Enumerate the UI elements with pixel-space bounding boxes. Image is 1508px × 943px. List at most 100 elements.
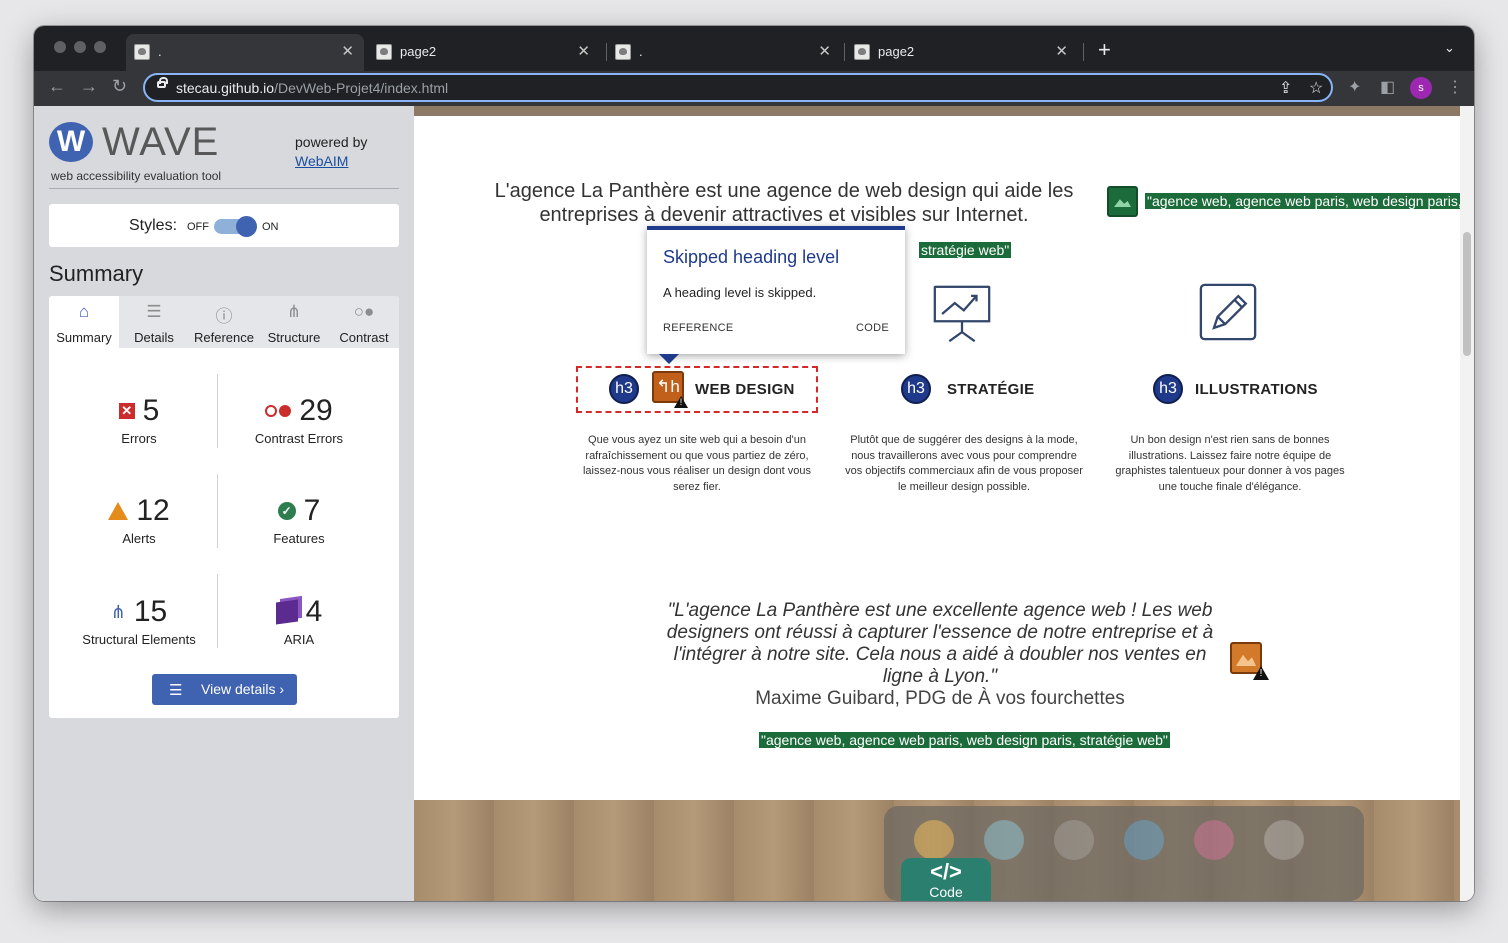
- structural-count: 15: [133, 595, 168, 628]
- browser-tab-2[interactable]: page2 ✕: [368, 34, 600, 71]
- address-bar[interactable]: stecau.github.io/DevWeb-Projet4/index.ht…: [143, 73, 1333, 102]
- alert-icon: [108, 502, 129, 520]
- styles-toggle[interactable]: [214, 216, 257, 237]
- h3-heading-icon[interactable]: h3: [1153, 374, 1183, 404]
- favicon-icon: [854, 44, 870, 60]
- tab-close-icon[interactable]: ✕: [577, 42, 590, 60]
- home-icon: ⌂: [78, 302, 90, 321]
- favicon-icon: [376, 44, 392, 60]
- divider: [217, 474, 218, 548]
- service-description: Que vous ayez un site web qui a besoin d…: [582, 434, 812, 493]
- tab-label: Details: [134, 330, 174, 345]
- contrast-label: Contrast Errors: [254, 431, 344, 446]
- alerts-label: Alerts: [122, 531, 156, 546]
- aria-label: ARIA: [283, 632, 315, 647]
- browser-tab-1[interactable]: . ✕: [126, 34, 364, 71]
- scrollbar-thumb[interactable]: [1463, 232, 1471, 356]
- testimonial-quote: "L'agence La Panthère est une excellente…: [666, 600, 1214, 687]
- tab-label: Contrast: [339, 330, 389, 345]
- alerts-stat[interactable]: 12 Alerts: [54, 493, 224, 546]
- tab-close-icon[interactable]: ✕: [818, 42, 831, 60]
- tooltip-code-link[interactable]: CODE: [856, 322, 889, 334]
- wave-sidebar: W WAVE web accessibility evaluation tool…: [34, 106, 414, 901]
- contrast-stat[interactable]: 29 Contrast Errors: [214, 393, 384, 446]
- tab-search-chevron-icon[interactable]: ⌄: [1444, 40, 1455, 56]
- minimize-window-button[interactable]: [74, 41, 86, 53]
- summary-panel: ⌂ Summary ☰ Details ⓘ Reference ⋔ Struct…: [49, 296, 399, 718]
- bookmark-star-icon[interactable]: ☆: [1309, 78, 1323, 98]
- page-scrollbar[interactable]: [1460, 106, 1474, 901]
- browser-menu-icon[interactable]: ⋮: [1447, 77, 1463, 97]
- tab-details[interactable]: ☰ Details: [119, 296, 189, 348]
- webaim-link[interactable]: WebAIM: [295, 153, 348, 169]
- web-page-content: L'agence La Panthère est une agence de w…: [414, 106, 1460, 901]
- share-icon[interactable]: ⇪: [1279, 78, 1292, 98]
- new-tab-icon[interactable]: +: [1098, 37, 1111, 63]
- tab-reference[interactable]: ⓘ Reference: [189, 296, 259, 348]
- features-stat[interactable]: ✓ 7 Features: [214, 493, 384, 546]
- styles-off-label: OFF: [187, 221, 209, 233]
- browser-tab-3[interactable]: . ✕: [607, 34, 841, 71]
- favicon-icon: [134, 44, 150, 60]
- alt-text-label: "agence web, agence web paris, web desig…: [759, 732, 1170, 748]
- tab-label: Structure: [267, 330, 321, 345]
- errors-stat[interactable]: ✕ 5 Errors: [54, 393, 224, 446]
- h3-heading-icon[interactable]: h3: [609, 374, 639, 404]
- view-details-button[interactable]: ☰ View details ›: [152, 674, 297, 705]
- wave-logo-icon: W: [49, 122, 93, 162]
- service-description: Un bon design n'est rien sans de bonnes …: [1115, 434, 1345, 493]
- zoom-window-button[interactable]: [94, 41, 106, 53]
- forward-arrow-icon[interactable]: →: [80, 76, 98, 97]
- error-icon: ✕: [118, 403, 135, 419]
- favicon-icon: [615, 44, 631, 60]
- tab-close-icon[interactable]: ✕: [341, 42, 354, 60]
- aria-count: 4: [305, 595, 323, 628]
- h3-heading-icon[interactable]: h3: [901, 374, 931, 404]
- feature-check-icon: ✓: [277, 502, 296, 520]
- tab-bar: . ✕ page2 ✕ . ✕ page2 ✕ + ⌄: [34, 26, 1474, 71]
- wave-image-feature-icon[interactable]: [1107, 186, 1138, 217]
- features-label: Features: [273, 531, 325, 546]
- view-details-label: View details ›: [201, 681, 285, 697]
- back-arrow-icon[interactable]: ←: [48, 76, 66, 97]
- presentation-chart-icon: [933, 285, 991, 343]
- testimonial-author: Maxime Guibard, PDG de À vos fourchettes: [755, 688, 1125, 709]
- close-window-button[interactable]: [54, 41, 66, 53]
- profile-avatar[interactable]: s: [1410, 77, 1432, 99]
- tab-contrast[interactable]: ○● Contrast: [329, 296, 399, 348]
- tab-summary[interactable]: ⌂ Summary: [49, 296, 119, 348]
- browser-toolbar: ← → ↻ stecau.github.io/DevWeb-Projet4/in…: [34, 71, 1474, 106]
- toggle-knob[interactable]: [236, 216, 257, 237]
- styles-on-label: ON: [262, 221, 279, 233]
- tab-separator: [1083, 43, 1084, 61]
- browser-tab-4[interactable]: page2 ✕: [846, 34, 1078, 71]
- tooltip-reference-link[interactable]: REFERENCE: [663, 322, 734, 334]
- contrast-icon: ○●: [353, 302, 375, 321]
- tab-structure[interactable]: ⋔ Structure: [259, 296, 329, 348]
- wave-tabs: ⌂ Summary ☰ Details ⓘ Reference ⋔ Struct…: [49, 296, 399, 348]
- alerts-count: 12: [136, 494, 170, 527]
- divider: [217, 574, 218, 648]
- wave-title: WAVE: [102, 120, 220, 164]
- lock-icon[interactable]: [157, 77, 168, 88]
- code-brackets-icon: </>: [930, 859, 962, 884]
- code-button[interactable]: </> Code: [901, 858, 991, 901]
- image-alert-icon[interactable]: [1230, 642, 1262, 674]
- side-panel-icon[interactable]: ◧: [1380, 77, 1395, 97]
- tab-close-icon[interactable]: ✕: [1055, 42, 1068, 60]
- url-text[interactable]: stecau.github.io/DevWeb-Projet4/index.ht…: [176, 80, 448, 96]
- app-icon: [984, 820, 1024, 860]
- info-icon: ⓘ: [215, 307, 233, 326]
- aria-stat[interactable]: 4 ARIA: [214, 594, 384, 647]
- reload-icon[interactable]: ↻: [112, 76, 127, 97]
- structural-stat[interactable]: ⋔ 15 Structural Elements: [54, 594, 224, 647]
- tab-separator: [844, 43, 845, 61]
- skipped-heading-alert-icon[interactable]: ↰h: [652, 371, 684, 403]
- service-title-web-design: WEB DESIGN: [695, 381, 795, 398]
- errors-count: 5: [142, 394, 160, 427]
- divider: [49, 188, 399, 189]
- app-icon: [1054, 820, 1094, 860]
- tooltip-title: Skipped heading level: [663, 247, 840, 267]
- tooltip-text: A heading level is skipped.: [663, 285, 817, 300]
- extensions-puzzle-icon[interactable]: ✦: [1348, 77, 1361, 97]
